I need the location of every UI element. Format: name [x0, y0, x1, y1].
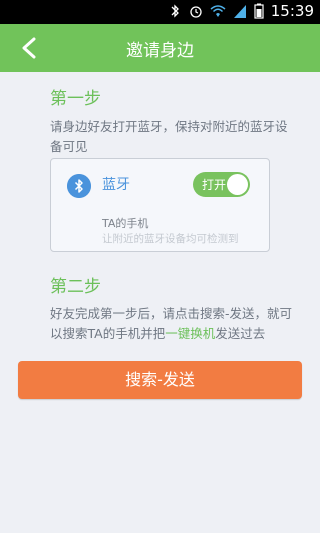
status-icons	[168, 3, 264, 19]
bluetooth-icon	[67, 174, 91, 198]
step1-description: 请身边好友打开蓝牙，保持对附近的蓝牙设备可见	[50, 119, 288, 154]
step1-title: 第一步	[50, 89, 101, 109]
bluetooth-label: 蓝牙	[102, 177, 130, 193]
step2-description-highlight: 一键换机	[165, 326, 216, 341]
status-time: 15:39	[270, 2, 314, 20]
page-title: 邀请身边	[126, 41, 194, 61]
visibility-text: 让附近的蓝牙设备均可检测到	[102, 233, 239, 245]
step2-title: 第二步	[50, 277, 101, 297]
app-header: 邀请身边	[0, 24, 320, 72]
bluetooth-card: 蓝牙 打开 TA的手机 让附近的蓝牙设备均可检测到	[50, 158, 270, 252]
main-content: 第一步 请身边好友打开蓝牙，保持对附近的蓝牙设备可见 蓝牙 打开 TA的手机 让…	[0, 72, 320, 533]
bluetooth-icon	[171, 4, 179, 18]
toggle-knob	[227, 174, 248, 195]
status-bar: 15:39	[0, 0, 320, 24]
device-name: TA的手机	[102, 217, 149, 230]
alarm-icon	[190, 6, 202, 18]
bluetooth-toggle[interactable]: 打开	[193, 172, 250, 197]
battery-icon	[254, 3, 264, 19]
step2-description: 好友完成第一步后，请点击搜索-发送，就可以搜索TA的手机并把一键换机发送过去	[50, 304, 300, 344]
search-send-button[interactable]: 搜索-发送	[18, 361, 302, 399]
toggle-label: 打开	[202, 178, 227, 192]
signal-icon	[234, 5, 246, 18]
wifi-icon	[210, 5, 226, 17]
step2-description-suffix: 发送过去	[215, 326, 266, 341]
